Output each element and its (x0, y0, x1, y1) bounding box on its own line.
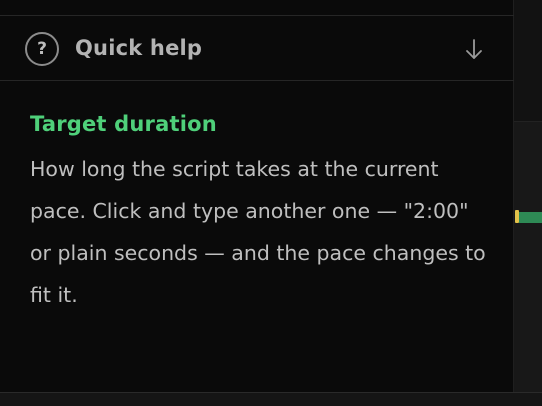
quick-help-panel: ? Quick help Target duration How long th… (0, 0, 514, 392)
section-heading: Target duration (30, 112, 217, 136)
side-strip (514, 0, 542, 392)
question-circle-icon: ? (25, 32, 59, 66)
timeline-track (514, 122, 542, 392)
quick-help-title: Quick help (75, 36, 203, 60)
section-description: How long the script takes at the current… (30, 157, 486, 307)
bottom-bar (0, 392, 542, 406)
help-content: Target duration How long the script take… (30, 112, 490, 316)
timeline-clip[interactable] (519, 212, 542, 223)
arrow-down-icon[interactable] (464, 38, 484, 62)
side-panel-top (514, 0, 542, 122)
quick-help-header[interactable]: ? Quick help (0, 16, 514, 81)
app-window: ? Quick help Target duration How long th… (0, 0, 542, 406)
timeline-marker[interactable] (515, 210, 519, 223)
